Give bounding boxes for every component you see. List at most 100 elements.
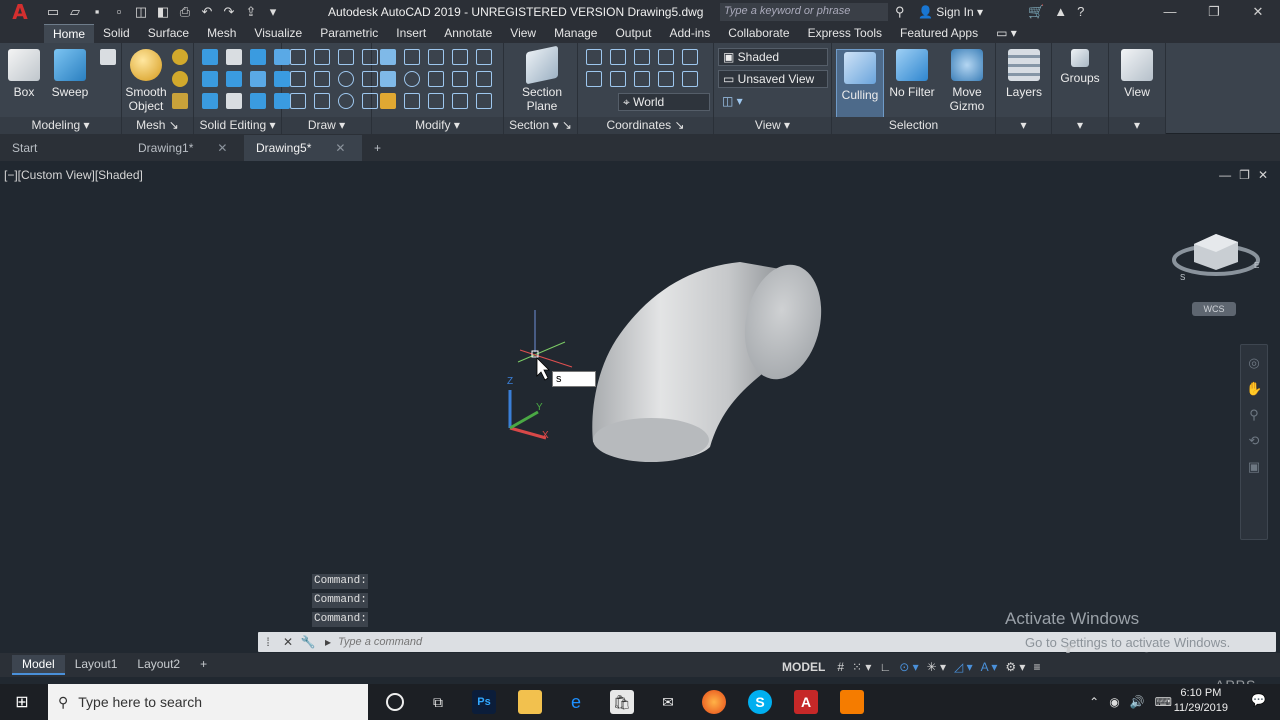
rectangle-icon[interactable] [314,93,330,109]
firefox-icon[interactable] [702,690,726,714]
layout-tab-layout1[interactable]: Layout1 [65,655,128,675]
ucs-named-icon[interactable] [586,71,602,87]
move-icon[interactable] [428,49,444,65]
volume-icon[interactable]: 🔊 [1130,695,1145,709]
copy-icon[interactable] [476,71,492,87]
drawing-viewport[interactable]: [−][Custom View][Shaded] — ❐ ✕ Z Y X s S… [0,162,1280,693]
ucs-x-icon[interactable] [610,71,626,87]
sign-in-button[interactable]: 👤 Sign In ▾ [918,5,983,19]
ribbon-tab-featured-apps[interactable]: Featured Apps [891,24,987,43]
intersect-icon[interactable] [202,71,218,87]
ribbon-tab-solid[interactable]: Solid [94,24,139,43]
polyline-icon[interactable] [290,49,306,65]
separate-icon[interactable] [202,93,218,109]
ribbon-tab-surface[interactable]: Surface [139,24,198,43]
smooth-object-button[interactable]: Smooth Object [122,49,170,113]
3d-array-icon[interactable] [404,93,420,109]
groups-button[interactable]: Groups [1056,49,1104,85]
command-prompt-icon[interactable]: ▸ [318,635,338,649]
taskbar-search-input[interactable]: ⚲ Type here to search [48,684,368,720]
view-big-panel-expander[interactable]: ▾ [1109,117,1165,134]
grip-icon[interactable]: ⁞ [258,635,278,649]
thicken-icon[interactable] [250,71,266,87]
autocad-taskbar-icon[interactable]: A [794,690,818,714]
mesh-smooth-less-icon[interactable] [172,71,188,87]
customize-icon[interactable]: 🔧 [298,635,318,649]
helix-icon[interactable] [314,71,330,87]
ortho-icon[interactable]: ∟ [879,660,891,674]
visual-style-dropdown[interactable]: ▣ Shaded [718,48,828,66]
box-button[interactable]: Box [0,49,48,99]
minimize-icon[interactable]: — [1148,0,1192,24]
tray-chevron-icon[interactable]: ⌃ [1089,695,1099,709]
help-search-input[interactable]: Type a keyword or phrase [720,3,888,21]
binoculars-icon[interactable]: ⚲ [895,4,905,20]
doc-tab-drawing1[interactable]: Drawing1* ✕ [126,135,244,161]
save-icon[interactable]: ▪ [88,4,106,20]
ribbon-tab-mesh[interactable]: Mesh [198,24,245,43]
open-web-icon[interactable]: ◫ [132,4,150,20]
help-icon[interactable]: ? [1077,4,1084,20]
zoom-icon[interactable]: ⚲ [1246,407,1262,423]
subtract-icon[interactable] [226,49,242,65]
modeling-panel-title[interactable]: Modeling ▾ [0,117,121,134]
model-space-toggle[interactable]: MODEL [778,660,829,674]
autocad-logo-icon[interactable]: A [0,0,40,24]
wcs-menu[interactable]: WCS [1192,302,1236,316]
ucs-world-icon[interactable] [610,49,626,65]
dynamic-input-field[interactable]: s [552,371,596,387]
ribbon-tab-express-tools[interactable]: Express Tools [799,24,891,43]
no-filter-button[interactable]: No Filter [884,49,940,99]
offset-edges-icon[interactable] [250,93,266,109]
polygon-icon[interactable] [290,93,306,109]
match-properties-icon[interactable] [380,93,396,109]
layers-panel-expander[interactable]: ▾ [996,117,1051,134]
mesh-smooth-more-icon[interactable] [172,49,188,65]
viewcube[interactable]: S E [1172,212,1262,292]
spline-icon[interactable] [314,49,330,65]
viewport-config-icon[interactable]: ◫ ▾ [722,94,743,108]
layout-tab-model[interactable]: Model [12,655,65,675]
fillet-icon[interactable] [452,71,468,87]
annotation-icon[interactable]: A ▾ [981,660,998,674]
add-layout-button[interactable]: + [190,655,217,675]
sweep-button[interactable]: Sweep [46,49,94,99]
grid-icon[interactable]: # [837,660,844,674]
elbow-pipe-solid[interactable] [592,258,831,462]
culling-button[interactable]: Culling [836,49,884,119]
3d-mirror-icon[interactable] [428,71,444,87]
cortana-icon[interactable] [386,693,404,711]
new-icon[interactable]: ▭ [44,4,62,20]
view-panel-title[interactable]: View ▾ [714,117,831,134]
open-icon[interactable]: ▱ [66,4,84,20]
edge-icon[interactable]: e [564,690,588,714]
3d-scale-icon[interactable] [380,71,396,87]
network-icon[interactable]: ◉ [1109,695,1119,709]
new-tab-button[interactable]: + [362,135,392,161]
store-icon[interactable]: 🛍 [610,690,634,714]
command-input[interactable] [338,636,938,648]
snap-icon[interactable]: ⁙ ▾ [852,660,871,674]
ucs-origin-icon[interactable] [634,49,650,65]
ellipse-icon[interactable] [338,93,354,109]
pan-icon[interactable]: ✋ [1246,381,1262,397]
ucs-zaxis-icon[interactable] [658,49,674,65]
stretch-icon[interactable] [428,93,444,109]
ribbon-tab-annotate[interactable]: Annotate [435,24,501,43]
recorder-taskbar-icon[interactable] [840,690,864,714]
windows-start-icon[interactable]: ⊞ [0,692,44,712]
view-button[interactable]: View [1113,49,1161,99]
save-as-icon[interactable]: ▫ [110,4,128,20]
ribbon-tab-manage[interactable]: Manage [545,24,606,43]
steering-wheel-icon[interactable]: ◎ [1246,355,1262,371]
mesh-panel-title[interactable]: Mesh ↘ [122,117,193,134]
save-web-icon[interactable]: ◧ [154,4,172,20]
doc-tab-drawing5[interactable]: Drawing5* ✕ [244,135,362,161]
3d-align-icon[interactable] [452,49,468,65]
photoshop-icon[interactable]: Ps [472,690,496,714]
doc-tab-start[interactable]: Start [0,135,126,161]
close-tab-icon[interactable]: ✕ [335,141,345,155]
close-icon[interactable]: ✕ [1236,0,1280,24]
a360-icon[interactable]: ▲ [1054,4,1067,20]
mesh-refine-icon[interactable] [172,93,188,109]
